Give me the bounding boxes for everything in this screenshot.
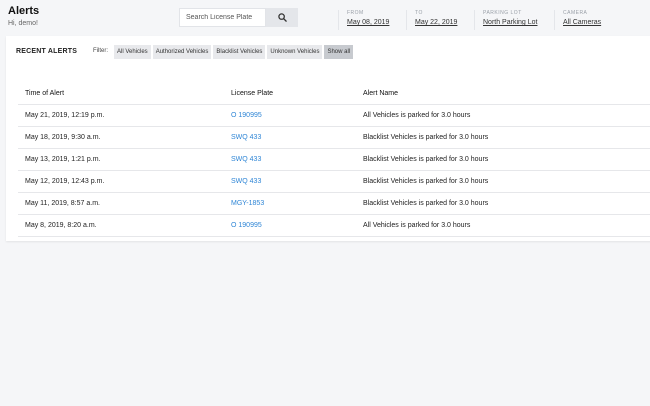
card-title: RECENT ALERTS [16, 48, 78, 55]
table-row: May 8, 2019, 8:20 a.m. O 190995 All Vehi… [18, 215, 650, 237]
chip-all-vehicles[interactable]: All Vehicles [114, 45, 151, 59]
license-plate-link[interactable]: O 190995 [231, 222, 262, 229]
table-row: May 12, 2019, 12:43 p.m. SWQ 433 Blackli… [18, 171, 650, 193]
alert-time: May 8, 2019, 8:20 a.m. [25, 222, 97, 229]
alert-name: Blacklist Vehicles is parked for 3.0 hou… [363, 134, 489, 141]
filter-prefix-label: Filter: [93, 48, 108, 54]
alert-name: All Vehicles is parked for 3.0 hours [363, 112, 471, 119]
table-row: May 21, 2019, 12:19 p.m. O 190995 All Ve… [18, 105, 650, 127]
chip-show-all[interactable]: Show all [324, 45, 354, 59]
alert-time: May 21, 2019, 12:19 p.m. [25, 112, 105, 119]
alert-time: May 18, 2019, 9:30 a.m. [25, 134, 101, 141]
license-plate-link[interactable]: O 190995 [231, 112, 262, 119]
alert-time: May 13, 2019, 1:21 p.m. [25, 156, 101, 163]
filter-parking-lot: PARKING LOT North Parking Lot [474, 10, 537, 30]
license-plate-link[interactable]: MGY-1853 [231, 200, 264, 207]
search-icon [277, 10, 287, 25]
chip-blacklist-vehicles[interactable]: Blacklist Vehicles [213, 45, 266, 59]
page-title: Alerts [8, 5, 40, 17]
alert-time: May 11, 2019, 8:57 a.m. [25, 200, 100, 207]
column-header-time: Time of Alert [25, 90, 65, 97]
filter-to: TO May 22, 2019 [406, 10, 457, 30]
license-plate-link[interactable]: SWQ 433 [231, 156, 261, 163]
filter-from: FROM May 08, 2019 [338, 10, 389, 30]
chip-authorized-vehicles[interactable]: Authorized Vehicles [152, 45, 212, 59]
vehicle-filter-chips: All Vehicles Authorized Vehicles Blackli… [114, 45, 354, 59]
search-input[interactable] [179, 8, 266, 27]
license-plate-link[interactable]: SWQ 433 [231, 178, 261, 185]
alert-name: Blacklist Vehicles is parked for 3.0 hou… [363, 178, 489, 185]
alert-name: All Vehicles is parked for 3.0 hours [363, 222, 471, 229]
filter-from-label: FROM [347, 10, 364, 16]
license-plate-link[interactable]: SWQ 433 [231, 134, 261, 141]
filter-to-label: TO [415, 10, 423, 16]
top-bar: Alerts Hi, demo! FROM May 08, 2019 TO Ma… [0, 0, 650, 34]
alert-name: Blacklist Vehicles is parked for 3.0 hou… [363, 156, 489, 163]
filter-to-value[interactable]: May 22, 2019 [415, 19, 457, 26]
filter-camera: CAMERA All Cameras [554, 10, 601, 30]
chip-unknown-vehicles[interactable]: Unknown Vehicles [267, 45, 323, 59]
table-header: Time of Alert License Plate Alert Name [18, 83, 650, 105]
filter-parking-lot-value[interactable]: North Parking Lot [483, 19, 537, 26]
filter-camera-label: CAMERA [563, 10, 588, 16]
filter-from-value[interactable]: May 08, 2019 [347, 19, 389, 26]
recent-alerts-card: RECENT ALERTS Filter: All Vehicles Autho… [6, 36, 650, 241]
alert-time: May 12, 2019, 12:43 p.m. [25, 178, 105, 185]
column-header-alert: Alert Name [363, 90, 399, 97]
search-button[interactable] [266, 8, 298, 27]
table-row: May 18, 2019, 9:30 a.m. SWQ 433 Blacklis… [18, 127, 650, 149]
search-box [179, 8, 298, 27]
filter-camera-value[interactable]: All Cameras [563, 19, 601, 26]
column-header-plate: License Plate [231, 90, 274, 97]
table-row: May 11, 2019, 8:57 a.m. MGY-1853 Blackli… [18, 193, 650, 215]
alerts-table: Time of Alert License Plate Alert Name M… [18, 83, 650, 237]
filter-parking-lot-label: PARKING LOT [483, 10, 522, 16]
user-greeting: Hi, demo! [8, 20, 38, 27]
alert-name: Blacklist Vehicles is parked for 3.0 hou… [363, 200, 489, 207]
table-row: May 13, 2019, 1:21 p.m. SWQ 433 Blacklis… [18, 149, 650, 171]
